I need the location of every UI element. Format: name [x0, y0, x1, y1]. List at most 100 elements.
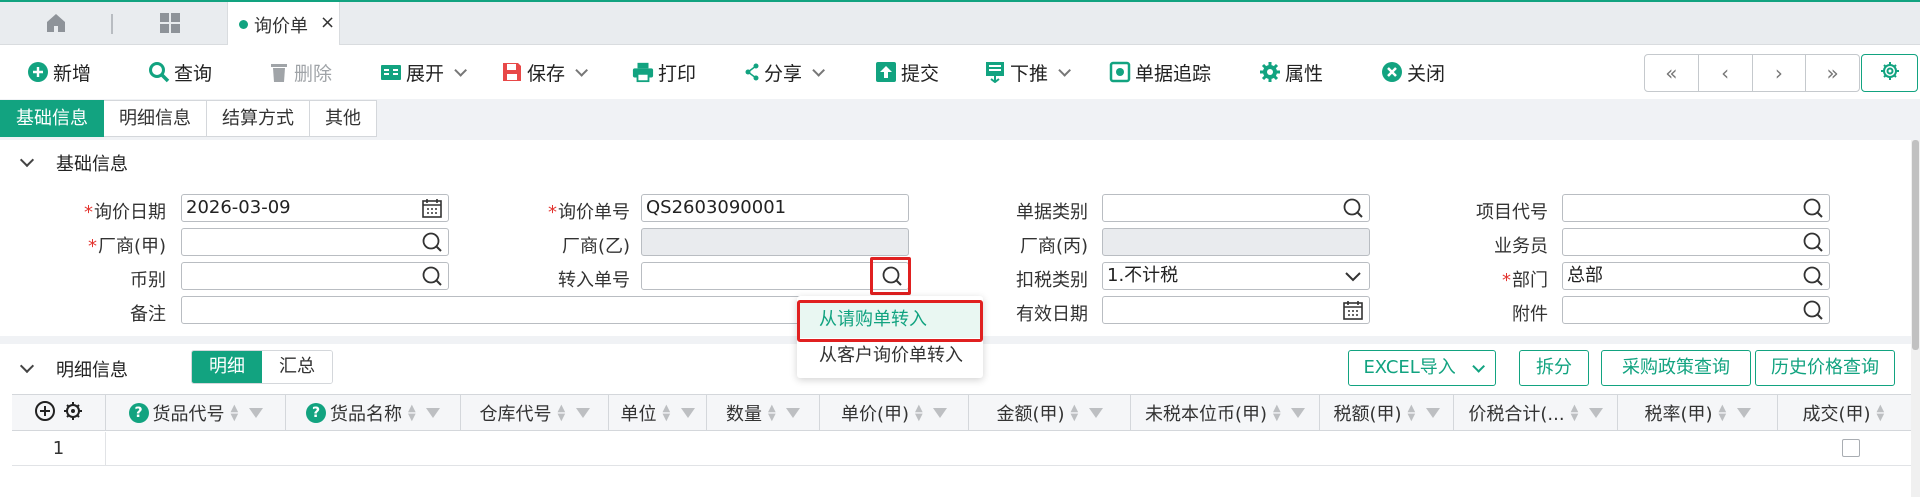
tab-other[interactable]: 其他	[310, 100, 377, 137]
salesman-field[interactable]	[1562, 228, 1830, 256]
share-icon	[744, 61, 760, 83]
filter-icon[interactable]	[426, 408, 440, 418]
menu-item-from-customer-inquiry[interactable]: 从客户询价单转入	[797, 338, 983, 374]
sort-icon[interactable]: ▲ ▼	[408, 404, 418, 423]
printer-icon	[632, 61, 654, 83]
col-tax-amount[interactable]: 税额(甲) ▲ ▼	[1320, 395, 1454, 431]
col-tax-rate[interactable]: 税率(甲) ▲ ▼	[1618, 395, 1778, 431]
filter-icon[interactable]	[1425, 408, 1440, 418]
first-record-button[interactable]: «	[1645, 55, 1699, 91]
col-total-with-tax[interactable]: 价税合计(... ▲ ▼	[1454, 395, 1618, 431]
col-unit-price[interactable]: 单价(甲) ▲ ▼	[820, 395, 969, 431]
basic-info-header[interactable]: 基础信息	[19, 150, 128, 176]
add-row-icon[interactable]	[34, 400, 56, 427]
calendar-icon[interactable]	[1342, 299, 1364, 321]
deal-checkbox[interactable]	[1842, 439, 1860, 457]
transfer-no-field[interactable]	[641, 262, 909, 290]
grid-icon[interactable]	[157, 11, 183, 37]
calendar-icon[interactable]	[421, 197, 443, 219]
expand-button[interactable]: 展开	[380, 59, 468, 85]
tab-inquiry[interactable]: 询价单 ×	[227, 2, 340, 47]
search-icon[interactable]	[1802, 197, 1824, 219]
last-record-button[interactable]: »	[1806, 55, 1859, 91]
sort-icon[interactable]: ▲ ▼	[1719, 404, 1729, 423]
save-button[interactable]: 保存	[501, 59, 589, 85]
doc-type-field[interactable]	[1102, 194, 1370, 222]
tab-detail-info[interactable]: 明细信息	[104, 100, 207, 137]
scrollbar-thumb[interactable]	[1912, 140, 1919, 350]
grid-tools	[12, 395, 106, 431]
tax-type-select[interactable]: 1.不计税	[1102, 262, 1370, 290]
col-amount[interactable]: 金额(甲) ▲ ▼	[969, 395, 1131, 431]
submit-button[interactable]: 提交	[875, 59, 939, 85]
segment-detail[interactable]: 明细	[192, 351, 262, 383]
sort-icon[interactable]: ▲ ▼	[768, 404, 778, 423]
filter-icon[interactable]	[1088, 408, 1103, 418]
print-button[interactable]: 打印	[632, 59, 696, 85]
filter-icon[interactable]	[1291, 408, 1306, 418]
split-button[interactable]: 拆分	[1519, 350, 1589, 386]
table-row[interactable]: 1	[12, 432, 1911, 466]
filter-icon[interactable]	[248, 408, 263, 418]
tab-basic-info[interactable]: 基础信息	[0, 100, 104, 137]
search-icon[interactable]	[1802, 231, 1824, 253]
col-warehouse[interactable]: 仓库代号 ▲ ▼	[461, 395, 609, 431]
prev-record-button[interactable]: ‹	[1699, 55, 1753, 91]
department-field[interactable]: 总部	[1562, 262, 1830, 290]
query-button[interactable]: 查询	[148, 59, 212, 85]
search-icon[interactable]	[421, 231, 443, 253]
filter-icon[interactable]	[786, 408, 800, 418]
col-deal[interactable]: 成交(甲) ▲ ▼	[1778, 395, 1911, 431]
sort-icon[interactable]: ▲ ▼	[231, 404, 241, 423]
filter-icon[interactable]	[933, 408, 948, 418]
push-down-button[interactable]: 下推	[984, 59, 1072, 85]
filter-icon[interactable]	[575, 408, 590, 418]
price-history-button[interactable]: 历史价格查询	[1755, 350, 1895, 386]
share-button[interactable]: 分享	[744, 59, 826, 85]
tab-settlement[interactable]: 结算方式	[207, 100, 310, 137]
new-button[interactable]: 新增	[27, 59, 91, 85]
next-record-button[interactable]: ›	[1753, 55, 1807, 91]
vendor-a-field[interactable]	[181, 228, 449, 256]
sort-icon[interactable]: ▲ ▼	[1408, 404, 1418, 423]
help-icon[interactable]: ?	[306, 403, 326, 423]
properties-button[interactable]: 属性	[1259, 59, 1323, 85]
search-icon[interactable]	[1342, 197, 1364, 219]
sort-icon[interactable]: ▲ ▼	[915, 404, 925, 423]
gear-icon[interactable]	[62, 400, 84, 427]
project-code-field[interactable]	[1562, 194, 1830, 222]
close-tab-icon[interactable]: ×	[320, 12, 335, 33]
attachment-field[interactable]	[1562, 296, 1830, 324]
delete-button[interactable]: 删除	[268, 59, 332, 85]
help-icon[interactable]: ?	[128, 403, 149, 423]
sort-icon[interactable]: ▲ ▼	[558, 404, 568, 423]
col-unit[interactable]: 单位 ▲ ▼	[609, 395, 707, 431]
excel-import-button[interactable]: EXCEL导入	[1348, 350, 1496, 386]
home-icon[interactable]	[43, 11, 69, 37]
search-icon[interactable]	[1802, 265, 1824, 287]
trace-button[interactable]: 单据追踪	[1109, 59, 1211, 85]
sort-icon[interactable]: ▲ ▼	[663, 404, 673, 423]
search-icon[interactable]	[421, 265, 443, 287]
col-quantity[interactable]: 数量 ▲ ▼	[707, 395, 820, 431]
col-untaxed-base[interactable]: 未税本位币(甲) ▲ ▼	[1131, 395, 1320, 431]
search-icon[interactable]	[1802, 299, 1824, 321]
filter-icon[interactable]	[1588, 408, 1603, 418]
detail-info-header[interactable]: 明细信息	[19, 356, 128, 382]
sort-icon[interactable]: ▲ ▼	[1571, 404, 1581, 423]
filter-icon[interactable]	[680, 408, 695, 418]
settings-button[interactable]	[1861, 54, 1918, 92]
col-item-name[interactable]: ? 货品名称 ▲ ▼	[286, 395, 461, 431]
inquiry-no-field[interactable]: QS2603090001	[641, 194, 909, 222]
valid-date-field[interactable]	[1102, 296, 1370, 324]
sort-icon[interactable]: ▲ ▼	[1877, 404, 1887, 423]
purchase-policy-button[interactable]: 采购政策查询	[1601, 350, 1751, 386]
close-button[interactable]: 关闭	[1381, 59, 1445, 85]
filter-icon[interactable]	[1736, 408, 1751, 418]
sort-icon[interactable]: ▲ ▼	[1071, 404, 1081, 423]
inquiry-date-field[interactable]: 2026-03-09	[181, 194, 449, 222]
currency-field[interactable]	[181, 262, 449, 290]
segment-summary[interactable]: 汇总	[262, 351, 332, 383]
sort-icon[interactable]: ▲ ▼	[1273, 404, 1283, 423]
col-item-code[interactable]: ? 货品代号 ▲ ▼	[106, 395, 286, 431]
